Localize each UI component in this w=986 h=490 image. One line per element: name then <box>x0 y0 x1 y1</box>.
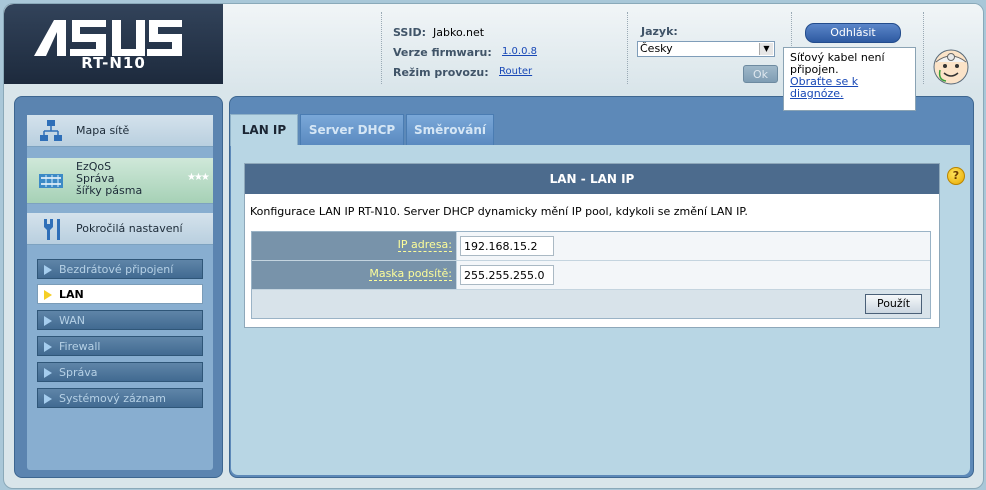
language-label: Jazyk: <box>641 25 678 38</box>
tab-routing[interactable]: Směrování <box>406 114 494 145</box>
subnet-mask-label[interactable]: Maska podsítě: <box>369 268 452 281</box>
submenu-label: WAN <box>59 314 86 327</box>
ip-address-value-cell <box>457 232 930 260</box>
submenu-system-log[interactable]: Systémový záznam <box>37 388 203 408</box>
firmware-link[interactable]: 1.0.0.8 <box>502 46 537 57</box>
subnet-mask-value-cell <box>457 261 930 289</box>
network-map-icon <box>40 120 62 141</box>
tab-dhcp-server[interactable]: Server DHCP <box>300 114 404 145</box>
submenu-label: Bezdrátové připojení <box>59 263 174 276</box>
mode-link[interactable]: Router <box>499 66 532 77</box>
subnet-mask-input[interactable] <box>460 265 554 285</box>
model-name: RT-N10 <box>81 54 146 72</box>
asus-logo <box>34 20 182 56</box>
ssid-label: SSID: <box>393 26 426 39</box>
brand-area: RT-N10 <box>4 4 223 84</box>
menu-network-map[interactable]: Mapa sítě <box>27 115 213 147</box>
lan-ip-panel: LAN - LAN IP Konfigurace LAN IP RT-N10. … <box>244 163 940 328</box>
header-divider <box>923 12 924 84</box>
router-admin-window: RT-N10 SSID: Jabko.net Verze firmwaru: 1… <box>3 3 984 489</box>
language-selected-value: Česky <box>640 42 673 55</box>
panel-description: Konfigurace LAN IP RT-N10. Server DHCP d… <box>250 205 748 218</box>
submenu-administration[interactable]: Správa <box>37 362 203 382</box>
ssid-value: Jabko.net <box>433 26 485 39</box>
left-navigation-body: Mapa sítě EzQoS Správa šířky pásma ★★★ P… <box>27 115 213 470</box>
chevron-down-icon[interactable]: ▼ <box>759 43 773 55</box>
firmware-label: Verze firmwaru: <box>393 46 492 59</box>
submenu-label: Firewall <box>59 340 101 353</box>
language-ok-button[interactable]: Ok <box>743 65 778 83</box>
tooltip-text: Síťový kabel není připojen. <box>790 51 885 76</box>
form-actions: Použít <box>252 290 930 318</box>
submenu-lan[interactable]: LAN <box>37 284 203 304</box>
triangle-right-icon <box>44 265 52 275</box>
menu-ezqos-line: šířky pásma <box>76 184 143 197</box>
ip-address-input[interactable] <box>460 236 554 256</box>
language-select[interactable]: Česky ▼ <box>637 41 775 57</box>
tab-lan-ip[interactable]: LAN IP <box>230 114 298 146</box>
triangle-right-icon <box>44 316 52 326</box>
help-icon[interactable]: ? <box>947 167 965 185</box>
apply-button[interactable]: Použít <box>865 294 922 314</box>
diagnosis-link[interactable]: Obraťte se k diagnóze. <box>790 75 858 100</box>
panel-title: LAN - LAN IP <box>245 164 939 194</box>
triangle-right-icon <box>44 342 52 352</box>
triangle-right-icon <box>44 368 52 378</box>
submenu-label: Systémový záznam <box>59 392 166 405</box>
menu-ezqos-label: EzQoS Správa šířky pásma <box>76 161 142 197</box>
header-divider <box>627 12 628 84</box>
ip-address-label[interactable]: IP adresa: <box>397 239 452 252</box>
menu-network-map-label: Mapa sítě <box>76 124 130 137</box>
menu-advanced-settings[interactable]: Pokročilá nastavení <box>27 213 213 245</box>
triangle-right-icon <box>44 290 52 300</box>
header-divider <box>381 12 382 84</box>
sparkle-icon: ★★★ <box>187 172 210 183</box>
qos-icon <box>39 174 63 188</box>
submenu-wireless[interactable]: Bezdrátové připojení <box>37 259 203 279</box>
submenu-label: LAN <box>59 288 84 301</box>
cable-status-tooltip: Síťový kabel není připojen. Obraťte se k… <box>783 47 916 111</box>
subnet-mask-label-cell: Maska podsítě: <box>252 261 457 289</box>
submenu-firewall[interactable]: Firewall <box>37 336 203 356</box>
logout-button[interactable]: Odhlásit <box>805 23 901 43</box>
lan-ip-form: IP adresa: Maska podsítě: Použít <box>251 231 931 319</box>
submenu-label: Správa <box>59 366 98 379</box>
ip-address-row: IP adresa: <box>252 232 930 261</box>
ip-address-label-cell: IP adresa: <box>252 232 457 260</box>
triangle-right-icon <box>44 394 52 404</box>
mode-label: Režim provozu: <box>393 66 489 79</box>
network-doctor-icon[interactable] <box>932 48 970 86</box>
menu-ezqos[interactable]: EzQoS Správa šířky pásma ★★★ <box>27 158 213 204</box>
left-navigation: Mapa sítě EzQoS Správa šířky pásma ★★★ P… <box>14 96 223 478</box>
subnet-mask-row: Maska podsítě: <box>252 261 930 290</box>
menu-advanced-settings-label: Pokročilá nastavení <box>76 222 183 235</box>
tools-icon <box>44 219 60 240</box>
main-content: LAN IP Server DHCP Směrování LAN - LAN I… <box>229 96 974 478</box>
submenu-wan[interactable]: WAN <box>37 310 203 330</box>
